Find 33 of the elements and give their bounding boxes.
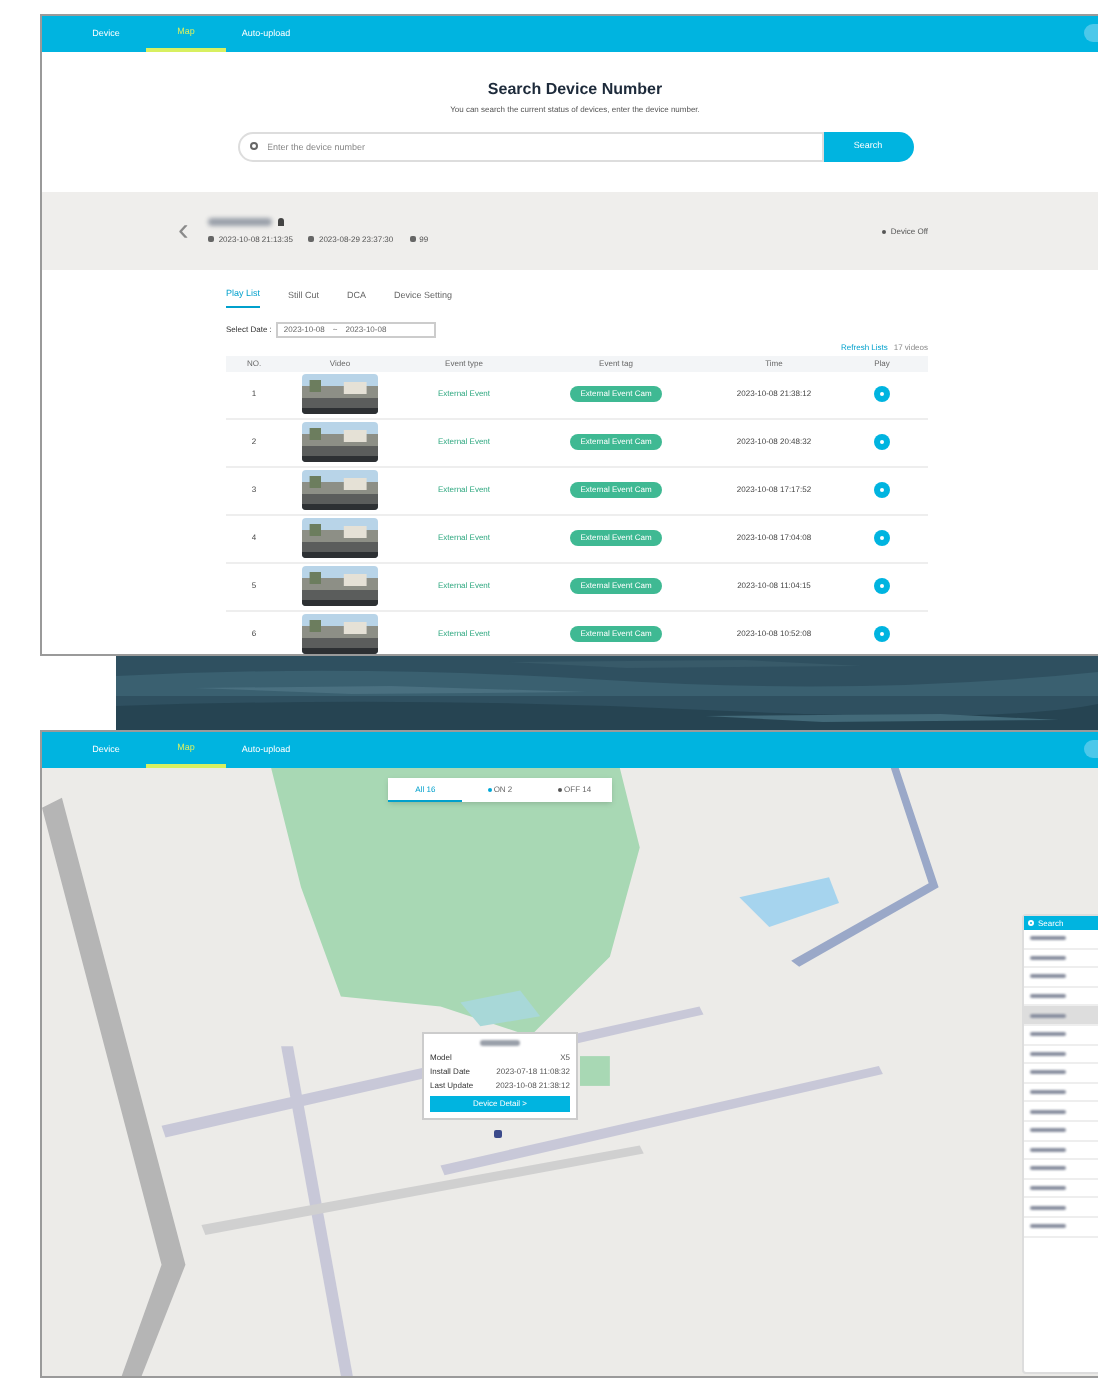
play-button[interactable] <box>874 434 890 451</box>
blurred-device-name[interactable] <box>1030 1205 1066 1210</box>
back-button[interactable]: ‹ <box>178 215 189 247</box>
play-button[interactable] <box>874 626 890 643</box>
play-button[interactable] <box>874 530 890 547</box>
blurred-device-name[interactable] <box>1030 1051 1066 1056</box>
blurred-device-name[interactable] <box>1030 1032 1066 1037</box>
blurred-device-name[interactable] <box>1030 936 1066 941</box>
blurred-device-name[interactable] <box>1030 974 1066 979</box>
blurred-device-name[interactable] <box>1030 1090 1066 1095</box>
info-icon <box>308 236 315 242</box>
play-button[interactable] <box>874 578 890 595</box>
play-button[interactable] <box>874 386 890 403</box>
vehicle-marker-icon <box>494 1130 502 1138</box>
blurred-device-name[interactable] <box>1030 1070 1066 1075</box>
page-title: Search Device Number <box>487 78 663 102</box>
info-icon <box>208 236 215 242</box>
blurred-device-name <box>480 1040 520 1046</box>
blurred-device-name[interactable] <box>1030 994 1066 999</box>
blurred-device-name[interactable] <box>1030 1224 1066 1229</box>
location-pin-icon <box>278 217 285 225</box>
blurred-device-name <box>208 217 273 225</box>
blurred-device-name[interactable] <box>1030 1013 1066 1018</box>
search-icon <box>249 142 257 150</box>
blurred-device-name[interactable] <box>1030 1128 1066 1133</box>
blurred-device-name[interactable] <box>1030 1166 1066 1171</box>
blurred-device-name[interactable] <box>1030 1109 1066 1114</box>
blurred-device-name[interactable] <box>1030 955 1066 960</box>
info-icon <box>409 236 416 242</box>
play-button[interactable] <box>874 482 890 499</box>
search-icon <box>1028 920 1034 926</box>
blurred-device-name[interactable] <box>1030 1186 1066 1191</box>
blurred-device-name[interactable] <box>1030 1147 1066 1152</box>
